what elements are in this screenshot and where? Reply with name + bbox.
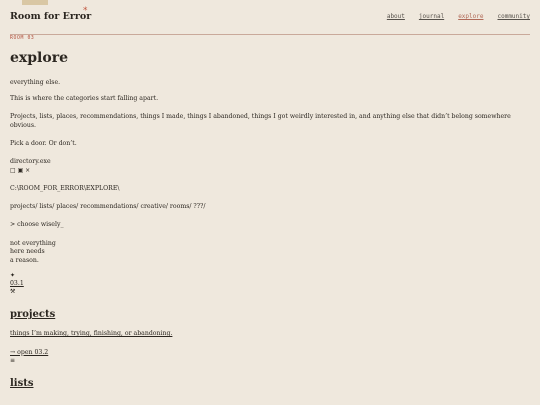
site-header: Room for Error * about journal explore c… — [10, 6, 530, 35]
intro-text: This is where the categories start falli… — [10, 94, 159, 102]
pick-text: Pick a door. Or don’t. — [10, 139, 77, 147]
poem-line-2: here needs — [10, 248, 45, 256]
tools-icon: ⚒ — [10, 288, 16, 296]
open-projects-link[interactable]: → open 03.2 — [10, 349, 530, 357]
nav-journal[interactable]: journal — [419, 13, 444, 20]
poem-line-3: a reason. — [10, 256, 39, 264]
projects-description[interactable]: things I’m making, trying, finishing, or… — [10, 330, 530, 338]
categories-text: Projects, lists, places, recommendations… — [10, 113, 511, 129]
header-tab-mark — [22, 0, 48, 5]
room-kicker: ROOM 03 — [10, 36, 35, 41]
terminal-folders: projects/ lists/ places/ recommendations… — [10, 203, 206, 211]
room-link-03-1[interactable]: 03.1 — [10, 280, 530, 288]
asterisk-mark: * — [83, 6, 88, 16]
nav-explore[interactable]: explore — [458, 13, 483, 20]
site-title[interactable]: Room for Error — [10, 11, 91, 22]
main-nav: about journal explore community — [387, 13, 530, 20]
window-controls-icon[interactable]: □ ▣ × — [10, 167, 530, 175]
terminal-prompt: > choose wisely_ — [10, 221, 64, 229]
nav-about[interactable]: about — [387, 13, 405, 20]
page-subtitle: everything else. — [10, 79, 61, 87]
menu-lines-icon: ≡ — [10, 357, 16, 365]
main-content: ROOM 03 explore everything else. This is… — [10, 35, 530, 389]
terminal-path: C:\ROOM_FOR_ERROR\EXPLORE\ — [10, 184, 120, 192]
terminal-title: directory.exe — [10, 158, 51, 166]
lists-heading[interactable]: lists — [10, 379, 530, 389]
poem-line-1: not everything — [10, 239, 56, 247]
nav-community[interactable]: community — [497, 13, 530, 20]
projects-heading[interactable]: projects — [10, 310, 530, 320]
sparkle-icon: ✦ — [10, 271, 16, 279]
page-title: explore — [10, 50, 68, 67]
